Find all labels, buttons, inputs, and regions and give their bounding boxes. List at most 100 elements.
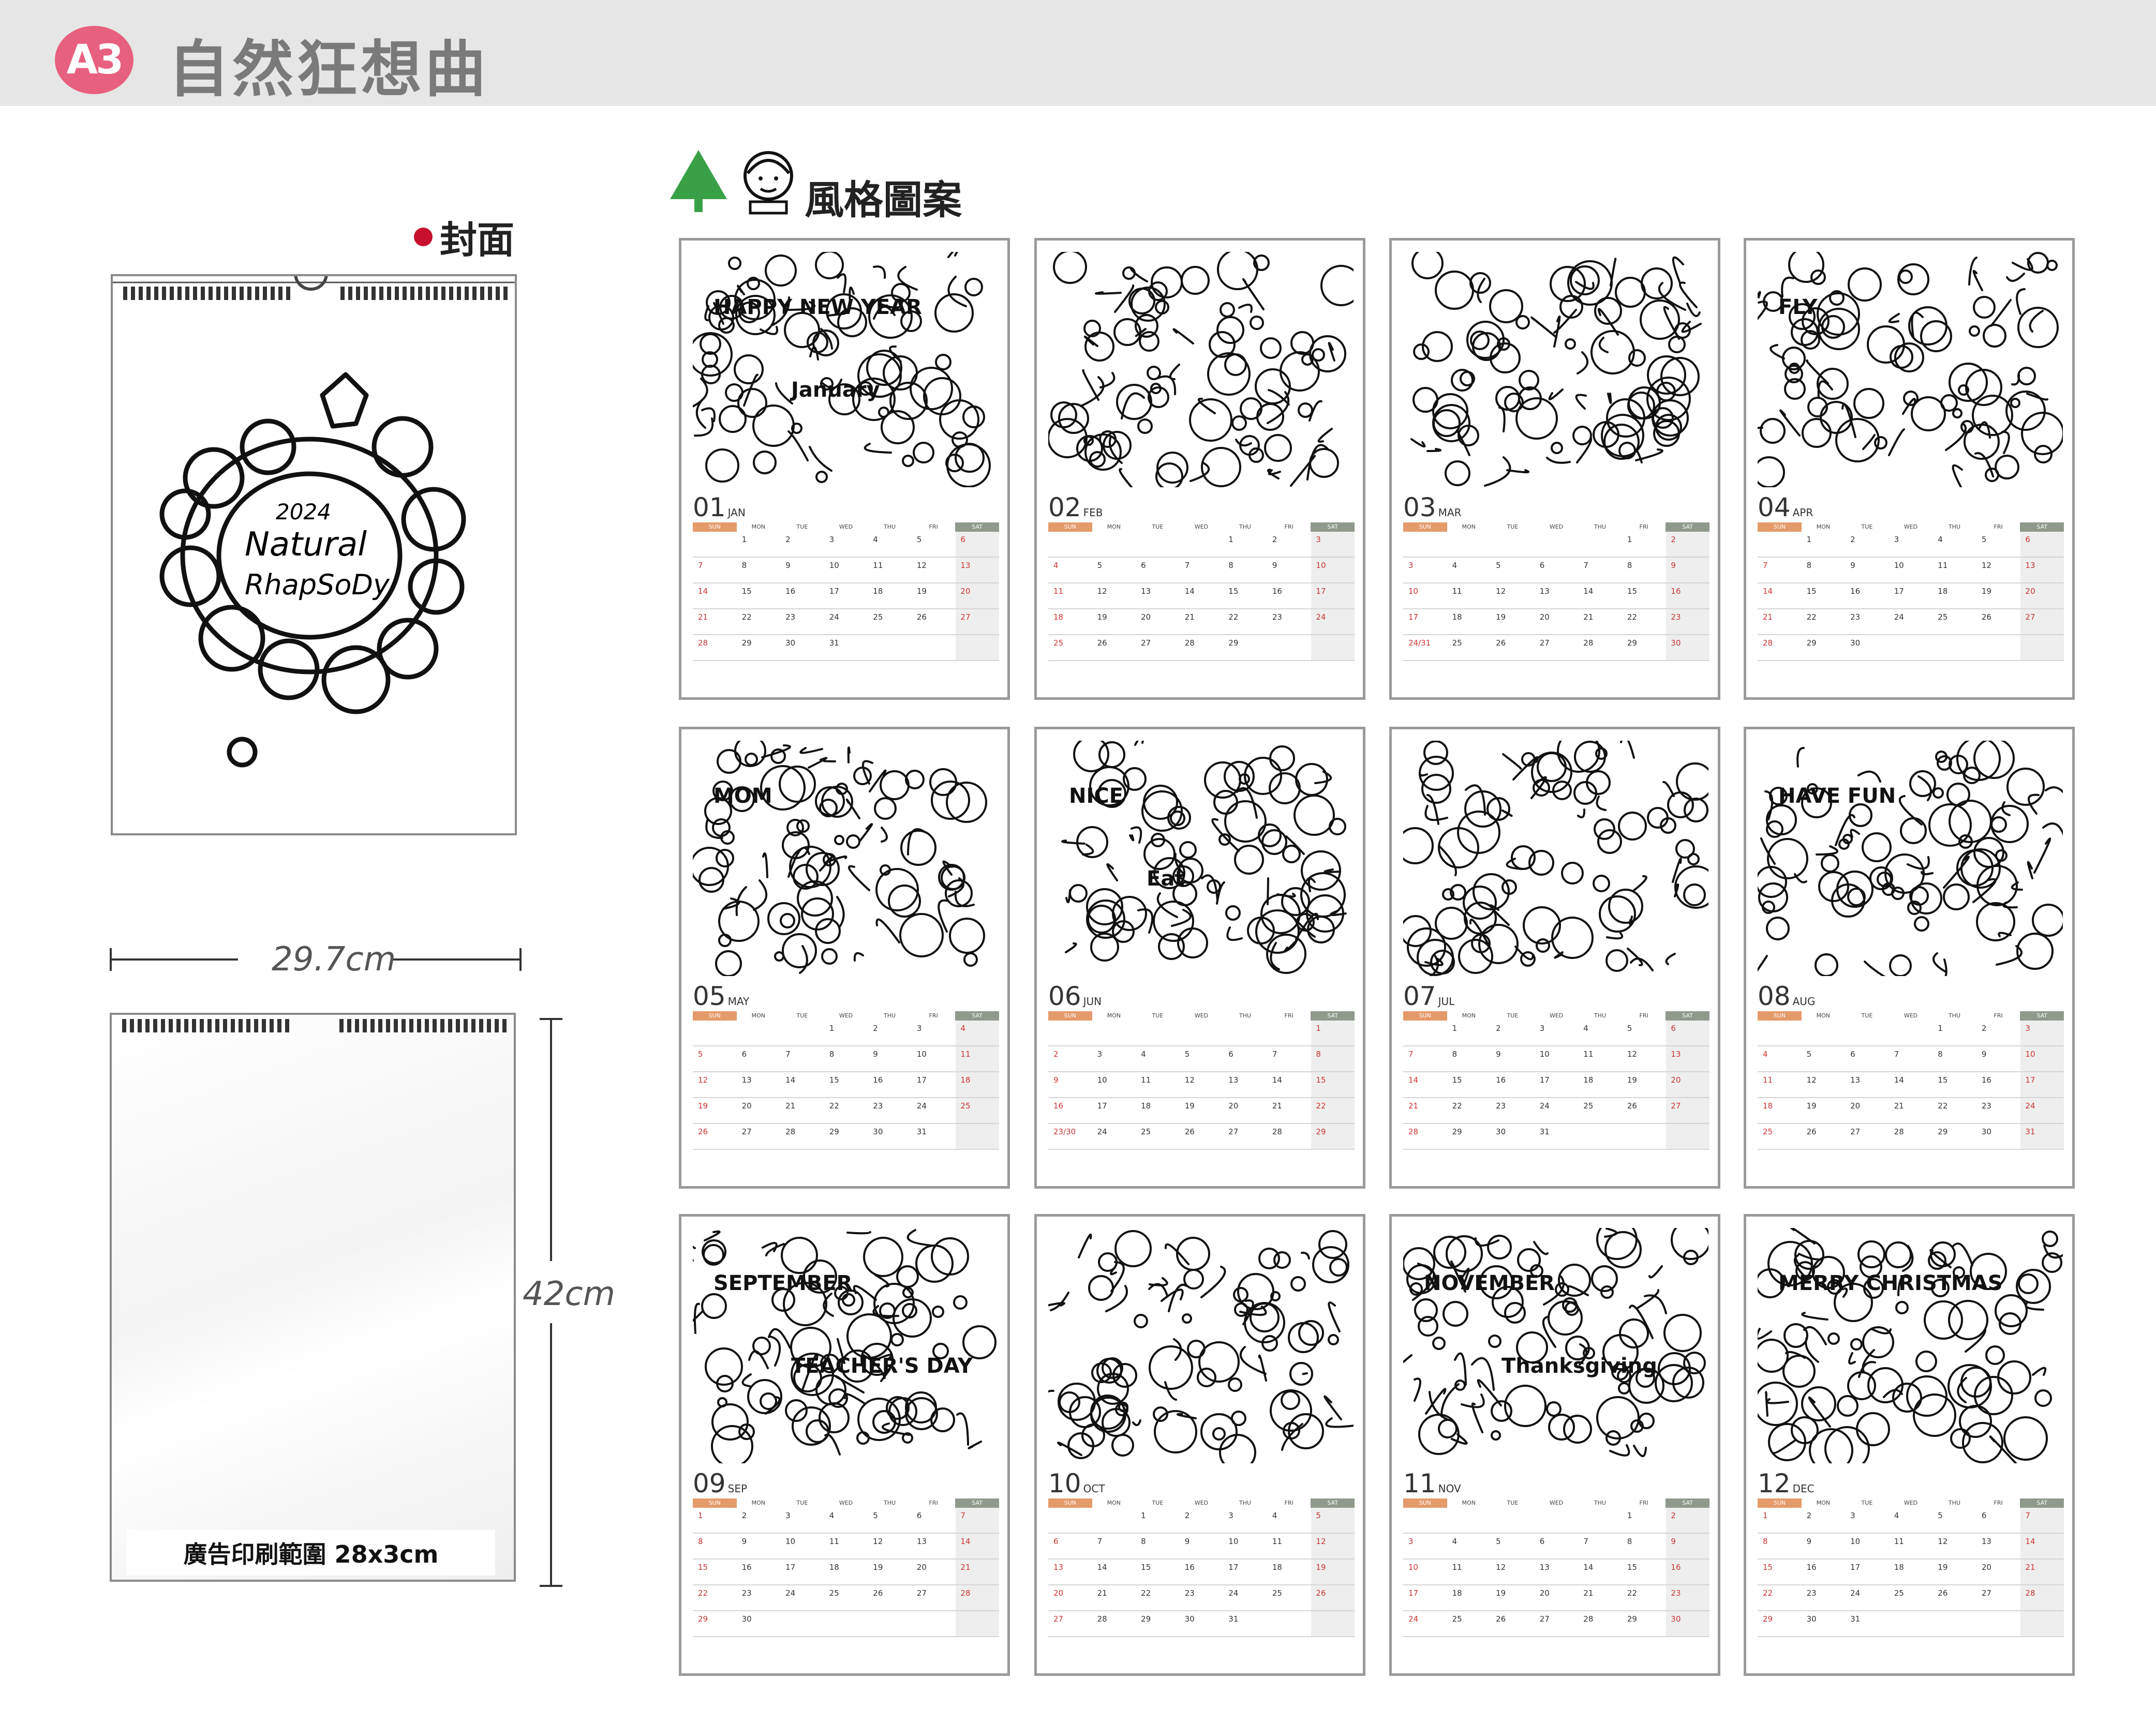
day-cell: 11 (1763, 1075, 1773, 1085)
doodle-line (1781, 276, 1794, 297)
day-cell: 25 (1452, 1614, 1462, 1624)
weekday-wed: WED (839, 1012, 853, 1019)
weekday-thu: THU (1594, 1012, 1607, 1019)
doodle-line (1502, 753, 1522, 770)
day-cell: 26 (1184, 1127, 1195, 1136)
day-cell: 19 (1806, 1101, 1817, 1111)
day-cell: 22 (1627, 612, 1637, 622)
binding-ring (177, 287, 182, 300)
doodle-line (1426, 448, 1441, 452)
day-cell (1180, 532, 1224, 557)
day-cell: 16 (1053, 1101, 1064, 1111)
weekday-wed: WED (1904, 523, 1918, 530)
day-cell: 27 (2025, 612, 2035, 622)
day-cell: 5 (1496, 1537, 1501, 1546)
day-cell: 4 (873, 535, 878, 544)
doodle-shape (765, 254, 797, 287)
binding-ring (262, 1019, 266, 1032)
day-cell: 21 (1097, 1588, 1107, 1598)
doodle-line (1276, 893, 1296, 898)
day-cell: 16 (1272, 587, 1282, 596)
month-number: 12 (1758, 1468, 1791, 1498)
doodle-line (1317, 428, 1333, 443)
doodle-line (846, 1231, 871, 1235)
day-cell: 1 (1452, 1024, 1458, 1033)
binding-ring (457, 287, 461, 300)
doodle-shape (945, 454, 964, 472)
day-cell (1802, 1021, 1846, 1045)
weekday-mon: MON (1462, 1500, 1476, 1506)
binding-ring (403, 287, 407, 300)
doodle-line (2006, 273, 2025, 282)
month-card-sep: SEPTEMBER TEACHER'S DAY 09 SEP SUN MON TUE WED T… (679, 1214, 1010, 1676)
day-cell: 30 (741, 1614, 752, 1624)
weekday-wed: WED (839, 523, 853, 530)
day-cell: 7 (1272, 1050, 1277, 1059)
doodle-art (1410, 252, 1702, 487)
doodle-line (2001, 801, 2011, 816)
day-cell: 27 (1228, 1127, 1239, 1136)
day-cell: 2 (873, 1024, 878, 1033)
month-label: 01 JAN (693, 492, 746, 522)
doodle-shape (949, 918, 985, 954)
binding-ring (347, 1019, 351, 1032)
day-cell: 29 (1806, 638, 1817, 648)
week-row: 22 23 24 25 26 27 28 (693, 1585, 999, 1611)
week-row: 18 19 20 21 22 23 24 (1048, 609, 1355, 635)
month-abbr: NOV (1438, 1482, 1461, 1495)
day-cell (1535, 532, 1579, 557)
day-cell: 8 (741, 561, 747, 570)
doodle-line (2016, 288, 2026, 315)
day-cell (1267, 1611, 1311, 1636)
day-cell: 17 (2025, 1075, 2035, 1085)
day-cell (1092, 1508, 1136, 1533)
day-cell: 9 (1806, 1537, 1812, 1546)
day-cell: 27 (1539, 1614, 1550, 1624)
day-cell (1403, 1508, 1447, 1533)
day-cell (1578, 1508, 1622, 1533)
day-cell: 30 (1671, 1614, 1681, 1624)
doodle-line (1801, 1312, 1828, 1321)
weekday-sun: SUN (1758, 1011, 1802, 1021)
binding-ring (502, 1019, 507, 1032)
doodle-shape (1122, 266, 1136, 280)
doodle-shape (1895, 1301, 1909, 1314)
day-cell (868, 635, 912, 660)
day-cell: 27 (741, 1127, 752, 1136)
doodle-line (2027, 861, 2033, 879)
day-cell: 18 (1452, 1588, 1462, 1598)
doodle-line (2011, 374, 2020, 386)
weekday-tue: TUE (1861, 1012, 1873, 1019)
doodle-shape (1985, 1345, 2005, 1365)
day-cell: 17 (1097, 1101, 1107, 1111)
doodle-shape (1098, 741, 1125, 768)
binding-ring (153, 1019, 157, 1032)
doodle-line (1065, 889, 1071, 904)
day-cell: 22 (1452, 1101, 1462, 1111)
weekday-fri: FRI (1284, 523, 1293, 530)
week-row: 1 2 3 (1758, 1021, 2064, 1046)
calendar-grid: SUN MON TUE WED THU FRI SAT 1 2 3 4 5 6 7 8 9 10 11 12 13 14… (1758, 1011, 2064, 1150)
cover-art: 2024 Natural RhapSoDy (113, 276, 515, 768)
day-cell: 26 (1981, 612, 1991, 622)
binding-ring (409, 1019, 413, 1032)
month-card-may: MOM 05 MAY SUN MON TUE WED THU FRI SAT 1 2 3 4 5 6 7 8 9 10… (679, 727, 1010, 1189)
weekday-wed: WED (1549, 523, 1564, 530)
doodle-line (848, 865, 870, 891)
day-cell: 18 (1141, 1101, 1151, 1111)
day-cell: 7 (1763, 561, 1768, 570)
day-cell: 23 (1184, 1588, 1195, 1598)
doodle-line (1226, 926, 1243, 941)
doodle-shape (880, 770, 910, 800)
day-cell: 7 (1097, 1537, 1103, 1546)
day-cell: 13 (960, 561, 971, 570)
doodle-line (1952, 1242, 1973, 1266)
day-cell: 2 (1496, 1024, 1501, 1033)
doodle-shape (821, 948, 838, 965)
week-row: 1 2 3 4 5 6 7 (1758, 1508, 2064, 1534)
day-cell (1447, 1508, 1491, 1533)
art-text: NICE (1069, 784, 1123, 808)
doodle-line (1477, 1379, 1502, 1406)
doodle-line (1119, 468, 1133, 487)
day-cell (1622, 1124, 1666, 1149)
